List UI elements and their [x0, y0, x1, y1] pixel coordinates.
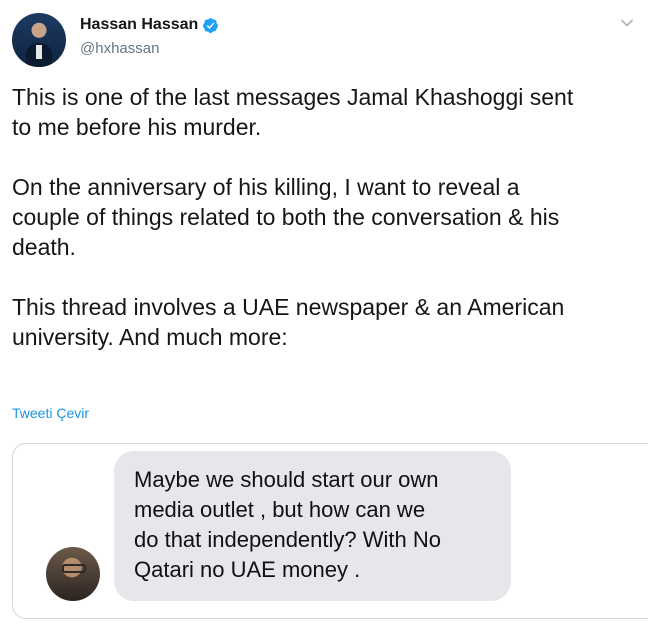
- author-display-name[interactable]: Hassan Hassan: [80, 16, 198, 34]
- avatar-shirt: [36, 45, 42, 59]
- author-name-row: Hassan Hassan: [80, 16, 219, 34]
- translate-tweet-link[interactable]: Tweeti Çevir: [12, 405, 89, 421]
- attached-image[interactable]: Maybe we should start our own media outl…: [12, 443, 648, 619]
- author-avatar[interactable]: [12, 13, 66, 67]
- tweet-text: This is one of the last messages Jamal K…: [12, 84, 574, 350]
- sender-glasses: [62, 564, 86, 573]
- sender-avatar: [46, 547, 100, 601]
- chevron-down-icon[interactable]: [620, 16, 634, 30]
- verified-badge-icon: [203, 17, 219, 33]
- author-handle[interactable]: @hxhassan: [80, 40, 159, 57]
- message-bubble: Maybe we should start our own media outl…: [114, 451, 511, 601]
